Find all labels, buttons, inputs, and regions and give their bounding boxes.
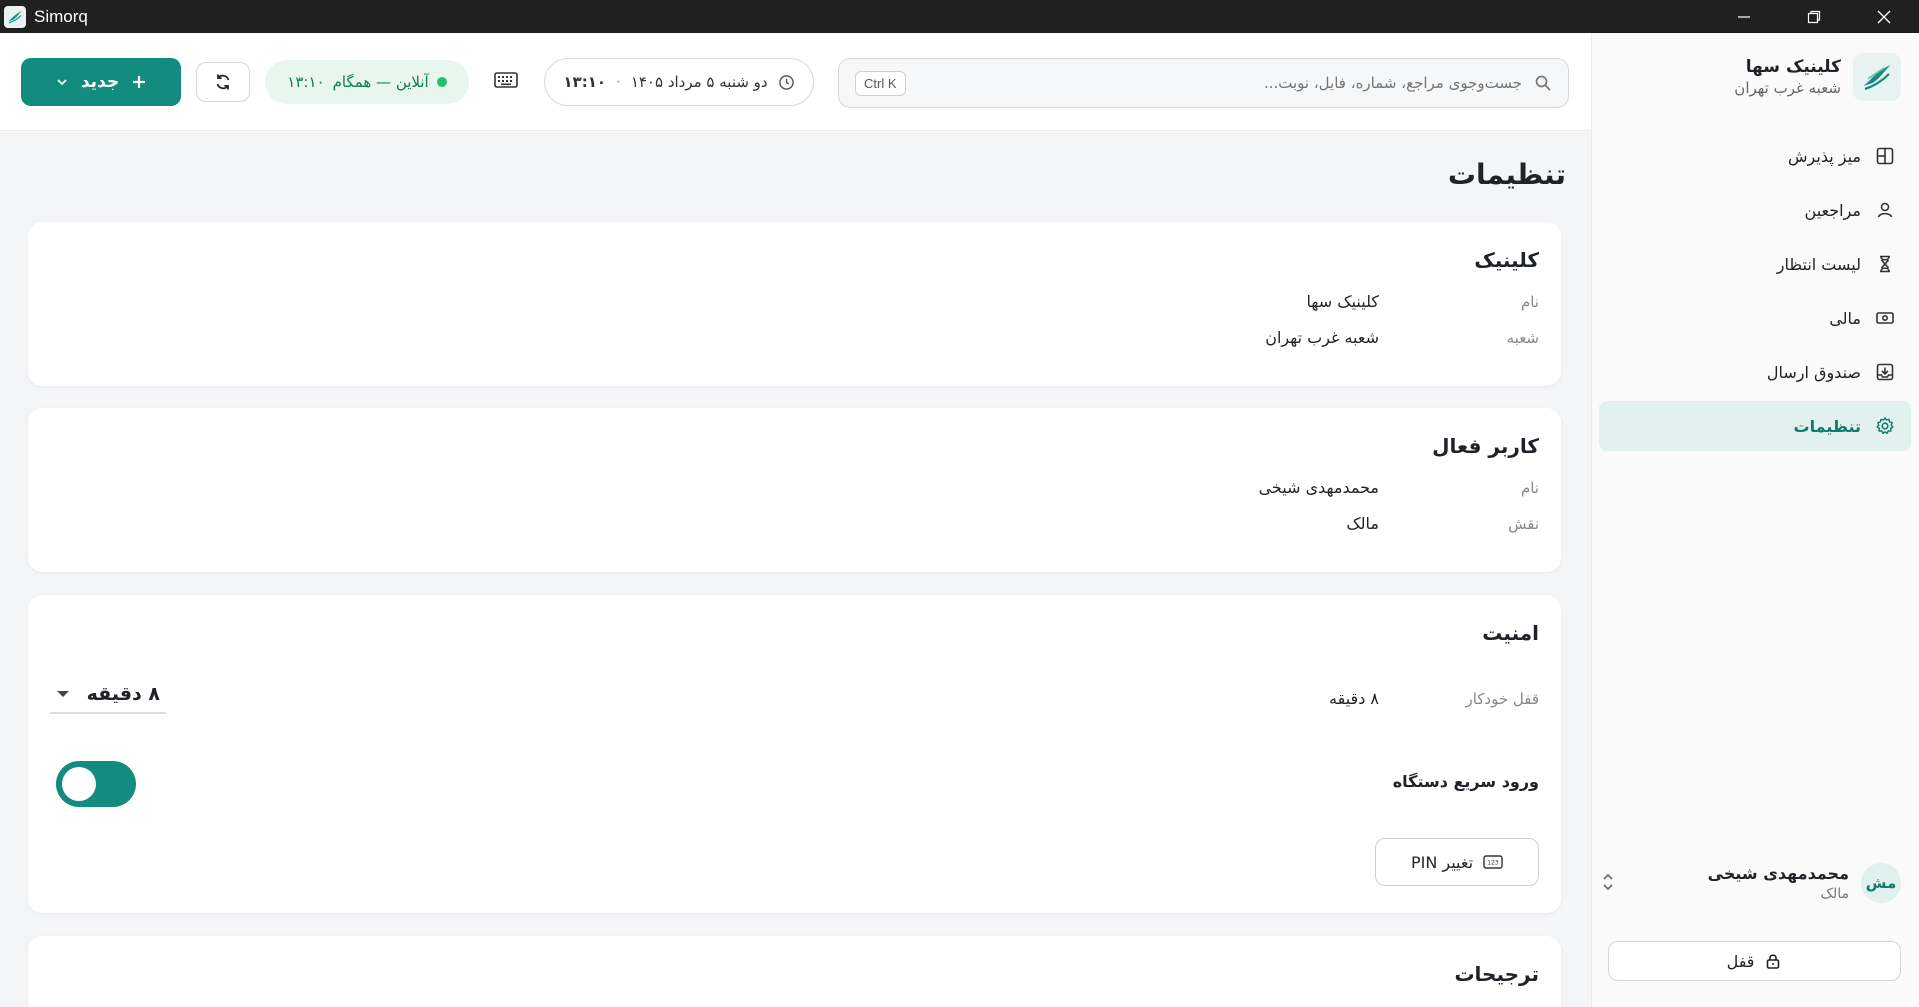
security-card-title: امنیت [1482,621,1539,645]
user-icon [1877,202,1893,218]
minimize-button[interactable] [1709,0,1779,33]
new-button[interactable]: جدید [21,58,181,106]
row-label: قفل خودکار [1465,689,1539,708]
refresh-icon [216,74,230,90]
hourglass-icon [1880,255,1890,273]
window-title: Simorq [34,6,88,26]
restore-button[interactable] [1779,0,1849,33]
lock-icon [1767,954,1780,969]
sidebar-nav: میز پذیرش مراجعین لیست انتظار مالی صندوق… [1599,131,1911,455]
current-user[interactable]: مش محمدمهدی شیخی مالک [1601,863,1901,903]
active-user-card-title: کاربر فعال [1432,434,1539,458]
user-role-row: نقش مالک [1346,514,1539,533]
clinic-card-title: کلینیک [1474,248,1539,272]
lock-button[interactable]: قفل [1608,941,1901,981]
row-label: شعبه [1506,328,1539,347]
row-value: مالک [1346,514,1379,533]
row-value: کلینیک سها [1306,292,1379,311]
new-button-label: جدید [80,72,120,92]
security-card: امنیت قفل خودکار ۸ دقیقه ۸ دقیقه ورود سر… [28,595,1561,913]
sync-button[interactable] [196,62,250,102]
sidebar-item-finance[interactable]: مالی [1599,293,1911,343]
user-name-row: نام محمدمهدی شیخی [1259,478,1539,497]
date-time-separator: · [616,73,621,91]
sidebar-item-label: صندوق ارسال [1766,362,1861,382]
window-controls [1709,0,1919,33]
sidebar: کلینیک سها شعبه غرب تهران میز پذیرش مراج… [1591,33,1919,1007]
sidebar-item-patients[interactable]: مراجعین [1599,185,1911,235]
brand-branch: شعبه غرب تهران [1734,79,1841,97]
clinic-branch-row: شعبه شعبه غرب تهران [1265,328,1539,347]
toggle-knob [62,767,96,801]
pin-keypad-icon: 123 [1483,855,1503,869]
row-value: شعبه غرب تهران [1265,328,1379,347]
top-header: Ctrl K دو شنبه ۵ مرداد ۱۴۰۵ · ۱۳:۱۰ آنلا… [0,33,1591,131]
row-label: نام [1520,292,1539,311]
sidebar-item-settings[interactable]: تنظیمات [1599,401,1911,451]
sidebar-item-label: لیست انتظار [1776,254,1861,274]
row-label: نام [1520,478,1539,497]
plus-icon [133,76,146,88]
search-box[interactable]: Ctrl K [838,58,1569,108]
active-user-card: کاربر فعال نام محمدمهدی شیخی نقش مالک [28,408,1561,572]
status-dot-icon [436,77,447,87]
quick-login-label: ورود سریع دستگاه [1392,772,1539,791]
change-pin-label: تغییر PIN [1410,852,1474,872]
auto-lock-row: قفل خودکار ۸ دقیقه [1329,689,1539,708]
outbox-icon [1876,363,1894,381]
sidebar-item-label: مالی [1829,308,1861,328]
title-bar: Simorq [0,0,1919,33]
close-button[interactable] [1849,0,1919,33]
row-value: ۸ دقیقه [1329,689,1379,708]
chevron-updown-icon[interactable] [1601,871,1615,893]
search-shortcut-badge: Ctrl K [855,70,906,96]
sidebar-item-label: تنظیمات [1793,416,1861,436]
sidebar-item-waitlist[interactable]: لیست انتظار [1599,239,1911,289]
keyboard-icon[interactable] [494,71,518,89]
restore-icon [1807,10,1821,23]
app-logo-icon [4,5,26,28]
brand-logo-icon [1853,53,1901,101]
money-icon [1876,312,1894,324]
sidebar-item-reception[interactable]: میز پذیرش [1599,131,1911,181]
user-name: محمدمهدی شیخی [1707,864,1849,883]
close-icon [1877,10,1891,23]
caret-down-icon [57,691,69,697]
gear-icon [1876,417,1894,435]
layout-icon [1876,147,1894,165]
chevron-down-icon [57,79,67,86]
date-text: دو شنبه ۵ مرداد ۱۴۰۵ [630,73,768,91]
brand-name: کلینیک سها [1745,57,1841,77]
status-time: ۱۳:۱۰ [287,73,325,91]
preferences-card: ترجیحات [28,936,1561,1007]
quick-login-toggle[interactable] [56,761,136,807]
change-pin-button[interactable]: 123 تغییر PIN [1375,838,1539,886]
brand: کلینیک سها شعبه غرب تهران [1734,53,1901,101]
auto-lock-select[interactable]: ۸ دقیقه [50,676,166,714]
page-title: تنظیمات [1447,158,1566,191]
status-text: آنلاین — همگام [332,73,429,91]
row-value: محمدمهدی شیخی [1258,478,1379,497]
sync-status-badge: آنلاین — همگام ۱۳:۱۰ [265,60,469,104]
clock-icon [778,74,794,90]
sidebar-item-label: میز پذیرش [1788,146,1861,166]
date-time-display: دو شنبه ۵ مرداد ۱۴۰۵ · ۱۳:۱۰ [544,58,814,106]
clinic-card: کلینیک نام کلینیک سها شعبه شعبه غرب تهرا… [28,222,1561,386]
clinic-name-row: نام کلینیک سها [1307,292,1539,311]
search-input[interactable] [917,74,1522,92]
quick-login-row: ورود سریع دستگاه [1393,772,1539,791]
preferences-card-title: ترجیحات [1454,962,1539,986]
avatar: مش [1861,863,1901,903]
svg-text:123: 123 [1487,860,1499,867]
time-text: ۱۳:۱۰ [563,73,607,91]
row-label: نقش [1508,514,1539,533]
search-icon [1535,75,1551,91]
sidebar-item-outbox[interactable]: صندوق ارسال [1599,347,1911,397]
auto-lock-selected-value: ۸ دقیقه [86,683,160,705]
lock-button-label: قفل [1726,951,1755,971]
minimize-icon [1738,15,1750,18]
user-role: مالک [1820,886,1849,902]
sidebar-item-label: مراجعین [1804,200,1861,220]
